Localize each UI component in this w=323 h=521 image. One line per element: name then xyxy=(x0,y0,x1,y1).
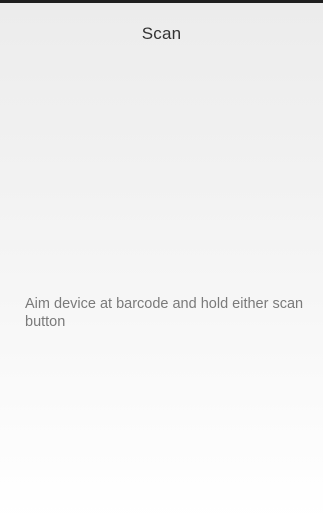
scan-screen: Scan Aim device at barcode and hold eith… xyxy=(0,0,323,521)
scan-instructions: Aim device at barcode and hold either sc… xyxy=(25,295,305,331)
app-bar: Scan xyxy=(0,3,323,61)
instruction-text: Aim device at barcode and hold either sc… xyxy=(25,296,304,330)
page-title: Scan xyxy=(141,24,182,43)
